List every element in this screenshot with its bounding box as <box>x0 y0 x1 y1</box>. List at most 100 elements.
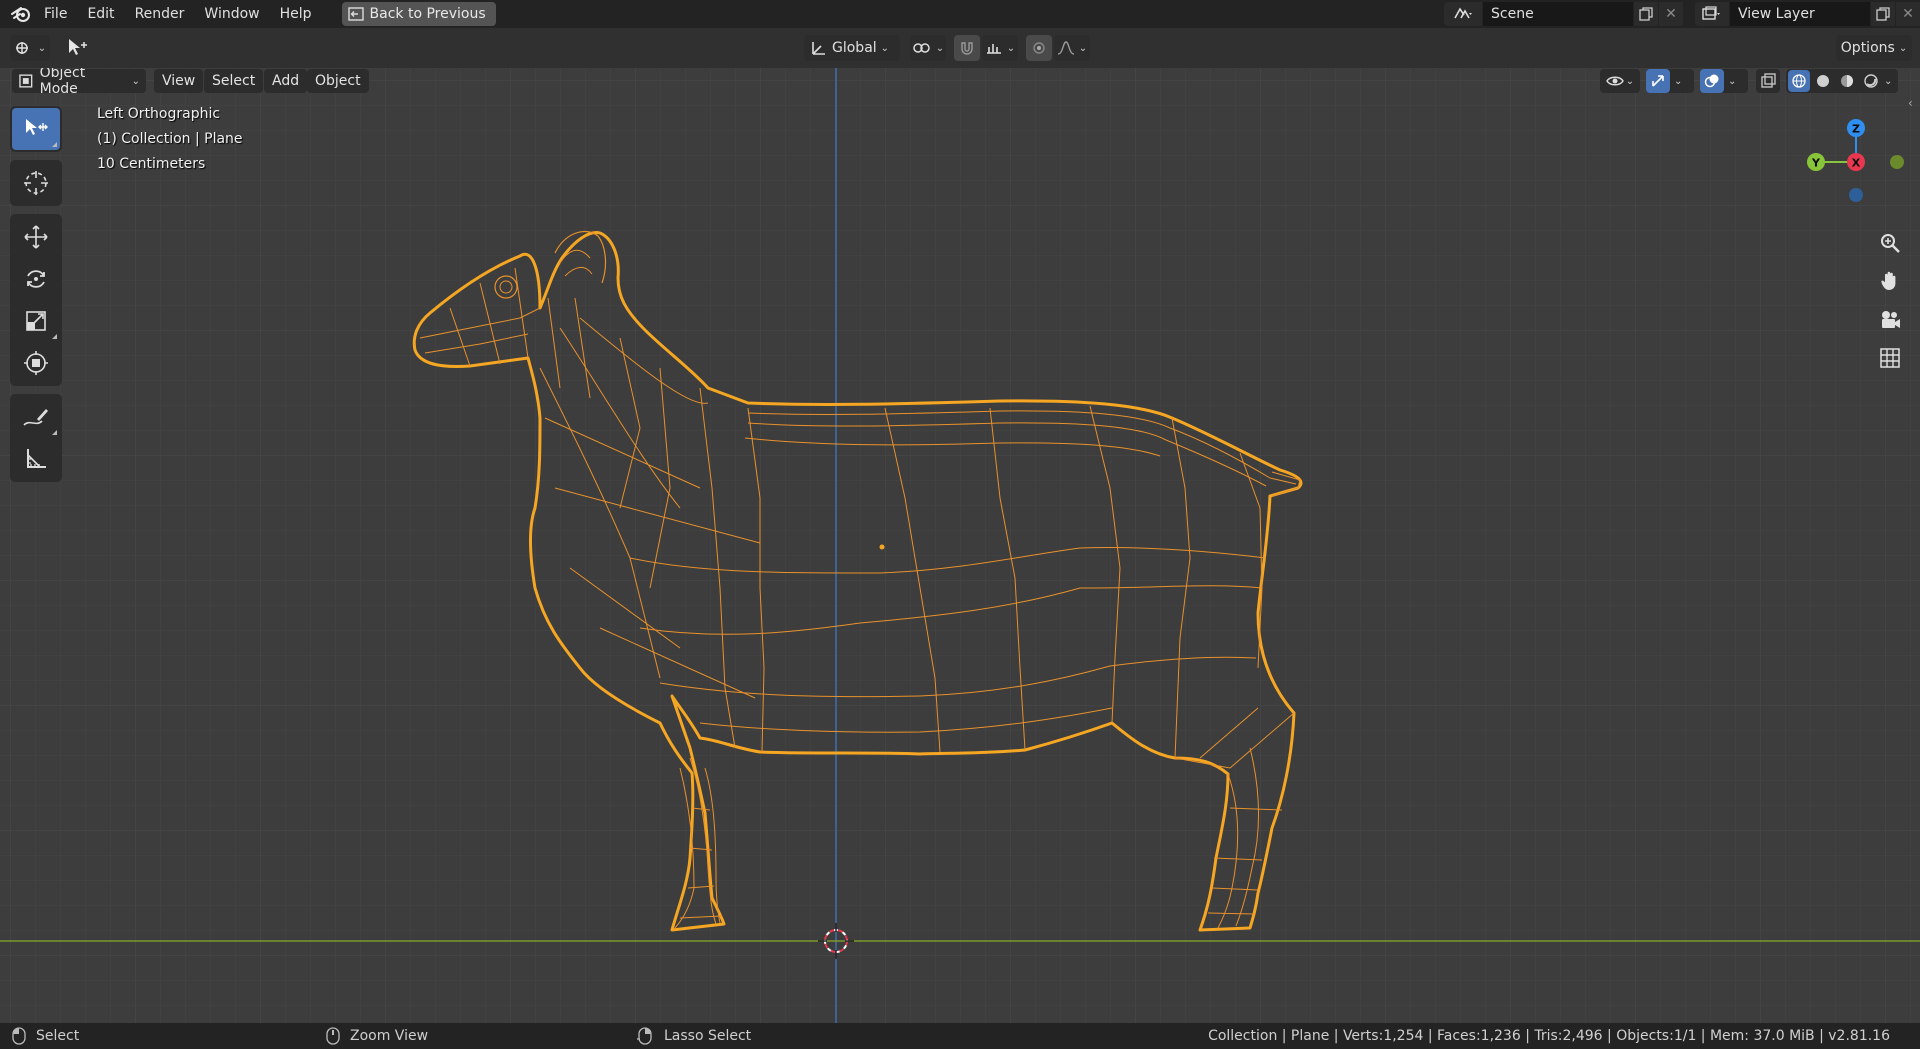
chevron-down-icon: ⌄ <box>880 42 890 54</box>
viewport-grid <box>0 68 1920 1023</box>
view-layer-browse-button[interactable] <box>1695 2 1729 26</box>
gizmo-toggle[interactable] <box>1646 69 1670 93</box>
orientation-label: Global <box>832 40 877 56</box>
eye-icon <box>1605 76 1624 86</box>
duplicate-icon <box>1639 7 1653 21</box>
material-shading-button[interactable] <box>1836 70 1858 92</box>
x-axis-letter: X <box>1852 157 1861 170</box>
transform-icon <box>24 351 48 375</box>
mouse-middle-icon <box>326 1027 340 1045</box>
back-to-previous-button[interactable]: Back to Previous <box>341 2 496 26</box>
close-icon: ✕ <box>1902 6 1914 22</box>
rendered-sphere-icon <box>1864 74 1878 88</box>
delete-scene-button[interactable]: ✕ <box>1659 2 1683 26</box>
status-lasso: Lasso Select <box>636 1023 751 1049</box>
solid-shading-button[interactable] <box>1812 70 1834 92</box>
cursor-tool[interactable] <box>12 162 60 204</box>
status-zoom-label: Zoom View <box>350 1028 429 1044</box>
material-sphere-icon <box>1841 75 1853 87</box>
view-layer-name-field[interactable]: View Layer <box>1730 2 1870 26</box>
menu-help[interactable]: Help <box>270 0 322 28</box>
status-select-label: Select <box>36 1028 80 1044</box>
menu-render[interactable]: Render <box>125 0 195 28</box>
view-layer-icon <box>1702 6 1720 20</box>
scale-icon <box>26 311 46 331</box>
add-menu[interactable]: Add <box>264 69 308 93</box>
select-box-tool[interactable] <box>12 108 60 150</box>
overlays-dropdown[interactable]: ⌄ <box>1700 69 1748 93</box>
select-menu[interactable]: Select <box>204 69 264 93</box>
hand-icon <box>1881 271 1896 290</box>
new-view-layer-button[interactable] <box>1871 2 1895 26</box>
transform-tool[interactable] <box>12 342 60 384</box>
zoom-icon <box>1881 234 1900 253</box>
toggle-perspective-button[interactable] <box>1873 341 1907 375</box>
falloff-dropdown[interactable]: ⌄ <box>1054 35 1090 61</box>
gizmo-dropdown[interactable]: ⌄ <box>1646 69 1694 93</box>
menu-edit[interactable]: Edit <box>77 0 124 28</box>
scene-icon <box>1454 7 1472 19</box>
delete-view-layer-button[interactable]: ✕ <box>1896 2 1920 26</box>
editor-type-dropdown[interactable]: ⌄ <box>10 35 50 61</box>
object-menu[interactable]: Object <box>307 69 369 93</box>
snap-element-dropdown[interactable]: ⌄ <box>982 35 1018 61</box>
menu-file[interactable]: File <box>34 0 77 28</box>
pan-view-button[interactable] <box>1873 264 1907 298</box>
options-dropdown[interactable]: Options ⌄ <box>1836 35 1912 61</box>
tool-variant-corner <box>52 334 57 339</box>
proportional-editing-toggle[interactable] <box>1026 35 1052 61</box>
3d-viewport[interactable]: Object Mode ⌄ View Select Add Object ⌄ ⌄… <box>0 68 1920 1023</box>
tool-variant-corner <box>52 142 57 147</box>
scene-name-field[interactable]: Scene <box>1483 2 1633 26</box>
options-label: Options <box>1840 40 1895 56</box>
solid-sphere-icon <box>1817 75 1829 87</box>
close-icon: ✕ <box>1665 6 1677 22</box>
viewport-header: Object Mode ⌄ View Select Add Object ⌄ ⌄… <box>0 68 1920 97</box>
rotate-icon <box>27 270 45 288</box>
back-icon <box>347 7 364 21</box>
chevron-down-icon: ⌄ <box>935 42 945 54</box>
camera-view-button[interactable] <box>1873 303 1907 337</box>
transform-orientation-dropdown[interactable]: Global ⌄ <box>804 35 900 61</box>
overlays-icon <box>1704 74 1719 88</box>
y-axis-letter: Y <box>1811 157 1821 170</box>
navigation-gizmo[interactable]: Z Y X <box>1800 103 1920 203</box>
magnet-icon <box>961 42 973 55</box>
neg-y-axis-ball <box>1890 155 1904 169</box>
tool-variant-corner <box>52 430 57 435</box>
tool-select-mode-button[interactable] <box>62 35 92 61</box>
rendered-shading-button[interactable] <box>1860 70 1882 92</box>
sidebar-toggle-icon[interactable]: ‹ <box>1908 96 1920 114</box>
chevron-down-icon: ⌄ <box>37 42 47 54</box>
move-tool[interactable] <box>12 216 60 258</box>
zoom-view-button[interactable] <box>1873 226 1907 260</box>
view-menu[interactable]: View <box>154 69 204 93</box>
snap-toggle[interactable] <box>954 35 980 61</box>
collection-label: (1) Collection | Plane <box>97 131 243 147</box>
status-lasso-label: Lasso Select <box>664 1028 752 1044</box>
xray-icon <box>1761 73 1776 88</box>
cursor-icon <box>24 171 48 195</box>
overlays-toggle[interactable] <box>1700 69 1724 93</box>
xray-toggle[interactable] <box>1756 69 1780 93</box>
chevron-down-icon: ⌄ <box>1674 75 1683 87</box>
pivot-icon <box>913 43 930 53</box>
rotate-tool[interactable] <box>12 258 60 300</box>
interaction-mode-dropdown[interactable]: Object Mode ⌄ <box>12 68 146 97</box>
mode-label: Object Mode <box>39 68 86 97</box>
measure-tool[interactable] <box>12 438 60 480</box>
object-mode-icon <box>19 74 33 88</box>
wireframe-shading-button[interactable] <box>1788 70 1810 92</box>
scale-tool[interactable] <box>12 300 60 342</box>
blender-logo-icon[interactable] <box>8 0 34 28</box>
annotate-tool[interactable] <box>12 396 60 438</box>
scene-browse-button[interactable] <box>1444 2 1482 26</box>
pivot-point-dropdown[interactable]: ⌄ <box>910 35 946 61</box>
new-scene-button[interactable] <box>1634 2 1658 26</box>
visibility-dropdown[interactable]: ⌄ <box>1600 69 1640 93</box>
mouse-right-icon <box>637 1027 652 1045</box>
gizmo-icon <box>1652 75 1664 87</box>
menu-window[interactable]: Window <box>194 0 269 28</box>
chevron-down-icon: ⌄ <box>1625 75 1635 87</box>
orientation-icon <box>812 42 825 55</box>
